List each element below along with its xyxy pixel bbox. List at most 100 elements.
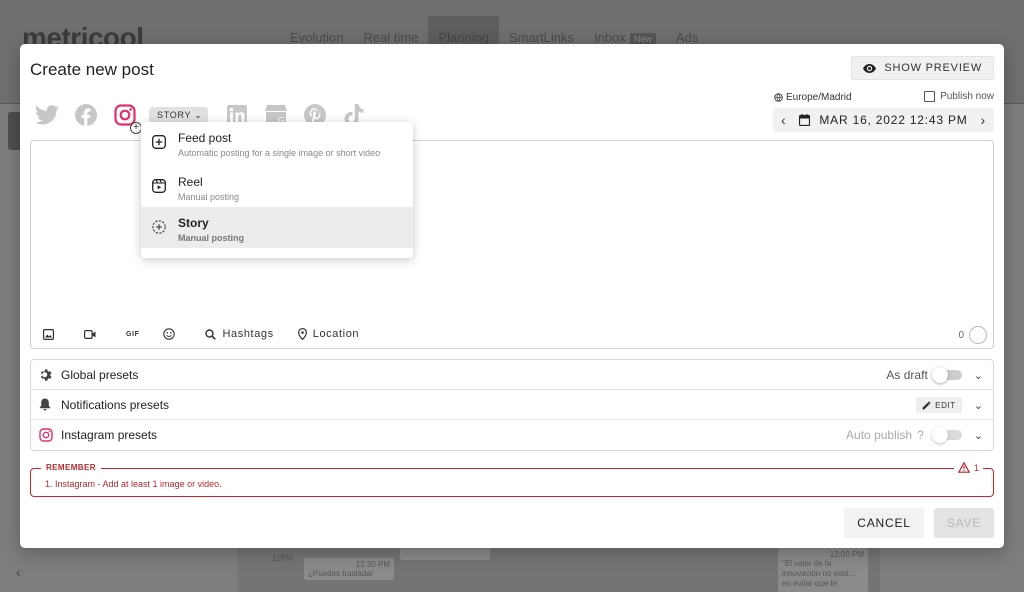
nav-ads[interactable]: Ads	[666, 16, 708, 45]
presets-panel: Global presets As draft ⌄ Notifications …	[30, 359, 994, 451]
story-icon	[152, 220, 166, 234]
checkbox-box[interactable]	[924, 91, 936, 102]
nav-evolution[interactable]: Evolution	[280, 16, 353, 45]
pencil-icon	[922, 401, 931, 409]
modal-title: Create new post	[30, 60, 154, 79]
save-button[interactable]: SAVE	[934, 508, 994, 538]
hashtags-button[interactable]: Hashtags	[205, 328, 273, 340]
nav-smartlinks[interactable]: SmartLinks	[499, 16, 584, 45]
editor-toolbar: GIF Hashtags Location	[43, 328, 383, 340]
calendar-background: 12PM 12:30 PM ¿Puedes trasladar 12:00 PM…	[238, 548, 880, 592]
eye-icon	[863, 63, 877, 73]
instagram-presets-controls: Auto publish ? ⌄	[846, 420, 983, 450]
chevron-down-icon[interactable]: ⌄	[974, 399, 983, 412]
main-nav: Evolution Real time Planning SmartLinks …	[280, 16, 708, 45]
menu-item-feed-post[interactable]: Feed post Automatic posting for a single…	[141, 122, 413, 166]
global-presets-row[interactable]: Global presets As draft ⌄	[31, 360, 993, 390]
cancel-button[interactable]: CANCEL	[844, 508, 924, 538]
global-presets-label: Global presets	[61, 367, 139, 382]
as-draft-toggle[interactable]	[931, 367, 962, 383]
network-twitter[interactable]	[32, 102, 62, 128]
menu-item-reel[interactable]: Reel Manual posting	[141, 166, 413, 207]
bell-icon	[39, 398, 53, 411]
notifications-presets-label: Notifications presets	[61, 397, 170, 412]
nav-inbox[interactable]: Inbox New	[584, 16, 666, 45]
calendar-card-text: ¿Puedes trasladar	[308, 569, 374, 578]
chevron-left-icon[interactable]: ‹	[16, 564, 21, 580]
menu-item-subtitle: Manual posting	[178, 233, 244, 243]
warning-count-value: 1	[973, 462, 979, 473]
menu-item-title: Feed post	[178, 131, 232, 145]
post-type-menu: Feed post Automatic posting for a single…	[141, 122, 413, 258]
add-video-button[interactable]	[84, 329, 102, 339]
next-date-arrow-icon[interactable]: ›	[981, 112, 986, 128]
instagram-icon	[39, 428, 53, 442]
menu-item-title: Reel	[178, 175, 203, 189]
progress-ring	[969, 326, 987, 344]
calendar-card[interactable]	[400, 548, 490, 560]
smiley-icon	[163, 328, 176, 340]
char-count: 0	[958, 329, 964, 341]
instagram-presets-row[interactable]: Instagram presets Auto publish ? ⌄	[31, 420, 993, 450]
calendar-card-time: 12:00 PM	[829, 550, 864, 559]
location-pin-icon	[297, 328, 307, 340]
nav-planning[interactable]: Planning	[428, 16, 500, 45]
menu-item-text: Reel Manual posting	[178, 175, 239, 202]
add-gif-button[interactable]: GIF	[126, 331, 139, 338]
edit-button[interactable]: EDIT	[916, 397, 962, 413]
image-icon	[43, 328, 54, 340]
chevron-down-icon[interactable]: ⌄	[974, 429, 983, 442]
menu-item-title: Story	[178, 216, 209, 230]
menu-item-story[interactable]: Story Manual posting	[141, 207, 413, 248]
menu-item-text: Feed post Automatic posting for a single…	[178, 131, 380, 158]
create-post-modal: Create new post SHOW PREVIEW + STORY ⌄ G	[20, 44, 1004, 548]
global-presets-controls: As draft ⌄	[886, 360, 983, 390]
story-pill-label: STORY	[157, 110, 192, 120]
story-type-dropdown[interactable]: STORY ⌄	[149, 107, 209, 123]
chevron-down-icon: ⌄	[194, 109, 203, 120]
date-display[interactable]: MAR 16, 2022 12:43 PM	[799, 113, 967, 127]
plus-square-icon	[152, 135, 166, 149]
calendar-time: 12PM	[272, 554, 293, 563]
nav-real-time[interactable]: Real time	[353, 16, 428, 45]
globe-icon	[774, 93, 783, 102]
calendar-card[interactable]: 12:00 PM "El valor de la innovación no e…	[778, 548, 868, 592]
auto-publish-label: Auto publish	[846, 428, 913, 442]
timezone[interactable]: Europe/Madrid	[774, 92, 852, 103]
show-preview-button[interactable]: SHOW PREVIEW	[851, 56, 994, 80]
edit-label: EDIT	[935, 400, 956, 410]
auto-publish-toggle[interactable]	[931, 427, 962, 443]
network-facebook[interactable]	[71, 102, 101, 128]
add-image-button[interactable]	[43, 328, 60, 340]
date-value: MAR 16, 2022 12:43 PM	[819, 113, 968, 127]
hashtags-label: Hashtags	[222, 328, 274, 340]
notifications-presets-row[interactable]: Notifications presets EDIT ⌄	[31, 390, 993, 420]
notifications-presets-controls: EDIT ⌄	[916, 390, 983, 420]
emoji-button[interactable]	[163, 328, 181, 340]
publish-now-label: Publish now	[940, 91, 994, 102]
calendar-icon	[799, 114, 811, 126]
timezone-label: Europe/Madrid	[786, 92, 852, 103]
reel-icon	[152, 179, 166, 193]
prev-date-arrow-icon[interactable]: ‹	[781, 112, 786, 128]
publish-now-checkbox[interactable]: Publish now	[924, 91, 994, 102]
location-button[interactable]: Location	[297, 328, 359, 340]
search-icon	[205, 328, 217, 340]
calendar-card-time: 12:30 PM	[355, 560, 390, 569]
calendar-card[interactable]: 12:30 PM ¿Puedes trasladar	[304, 558, 394, 580]
video-icon	[84, 329, 96, 339]
calendar-card-text: "El valor de la innovación no está... en…	[782, 559, 856, 588]
date-picker: ‹ MAR 16, 2022 12:43 PM ›	[773, 108, 994, 132]
warning-icon	[957, 462, 970, 473]
instagram-presets-label: Instagram presets	[61, 428, 158, 442]
help-icon[interactable]: ?	[917, 428, 924, 442]
menu-item-text: Story Manual posting	[178, 216, 244, 243]
as-draft-label: As draft	[886, 368, 928, 382]
twitter-icon	[35, 105, 59, 125]
chevron-down-icon[interactable]: ⌄	[974, 369, 983, 382]
network-instagram[interactable]: +	[110, 102, 142, 134]
warning-count: 1	[953, 462, 983, 473]
char-counter: 0	[958, 326, 987, 344]
remember-legend: REMEMBER	[41, 463, 101, 472]
show-preview-label: SHOW PREVIEW	[884, 62, 982, 74]
